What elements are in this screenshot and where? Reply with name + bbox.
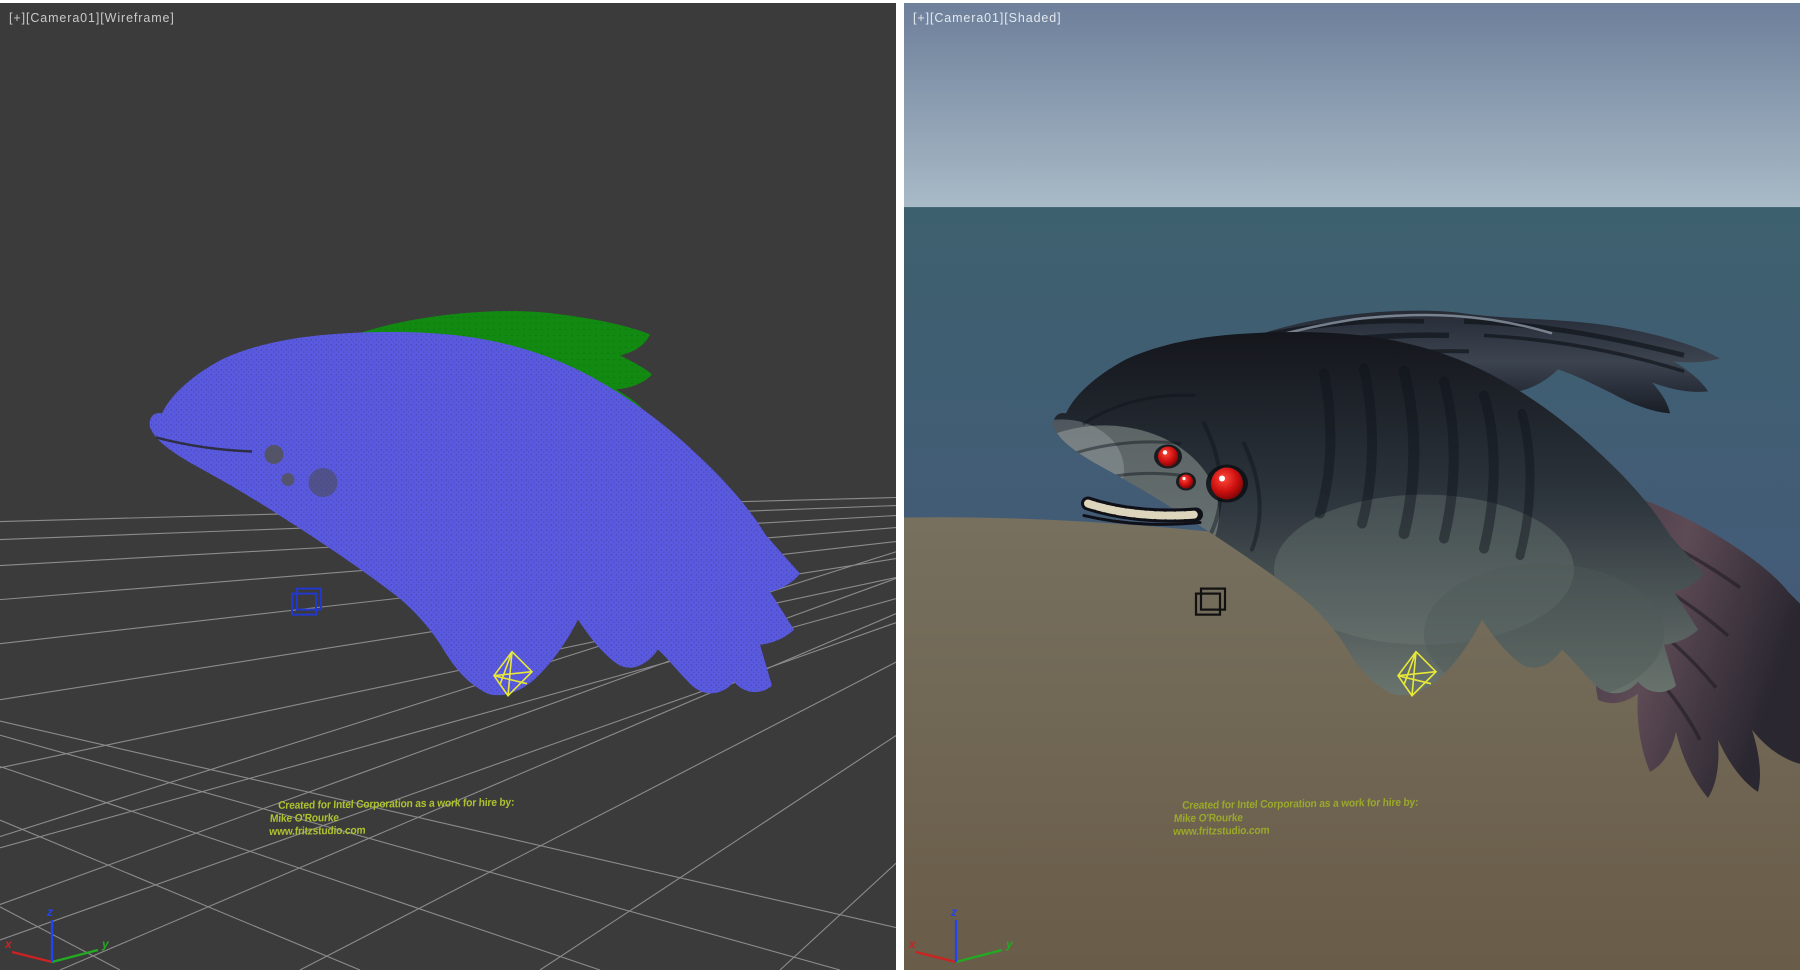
viewport-shaded[interactable]: [+][Camera01][Shaded] <box>904 3 1800 970</box>
fish-eye-wire-large <box>309 468 338 497</box>
fish-eye-small <box>1158 446 1178 466</box>
fish-eye-tiny <box>1179 474 1193 488</box>
scene-credit-text-right: Created for Intel Corporation as a work … <box>1173 797 1419 839</box>
fish-wireframe[interactable] <box>150 311 800 695</box>
scene-credit-text-left: Created for Intel Corporation as a work … <box>269 797 515 839</box>
fish-body-stipple <box>150 332 800 695</box>
axis-z-label: z <box>46 905 53 919</box>
sky <box>904 3 1800 207</box>
axis-x-label: x <box>908 937 917 951</box>
fish-eye-large <box>1211 467 1243 499</box>
fish-eye-wire-tiny <box>282 473 295 486</box>
box-helper-blue[interactable] <box>292 589 321 615</box>
axis-z-label: z <box>950 905 957 919</box>
axis-y-label: y <box>1005 937 1014 951</box>
viewport-label-wireframe[interactable]: [+][Camera01][Wireframe] <box>9 11 175 25</box>
viewport-label-shaded[interactable]: [+][Camera01][Shaded] <box>913 11 1062 25</box>
viewport-wireframe[interactable]: [+][Camera01][Wireframe] <box>0 3 896 970</box>
dual-viewport-window: [+][Camera01][Wireframe] <box>0 0 1800 978</box>
axis-y-label: y <box>101 937 110 951</box>
axis-x-label: x <box>4 937 13 951</box>
fish-eye-wire-small <box>265 445 284 464</box>
